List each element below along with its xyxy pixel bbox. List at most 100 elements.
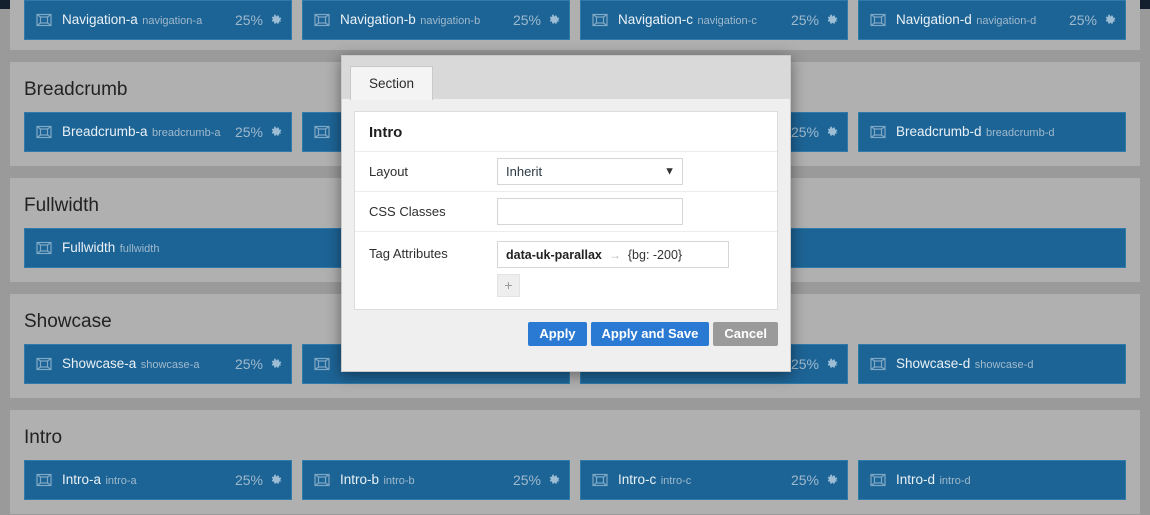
field-layout: Layout Inherit ▼	[355, 152, 777, 192]
section-navigation-row: Navigation-a navigation-a 25% Navigation…	[24, 0, 1126, 40]
item-text: Breadcrumb-d breadcrumb-d	[896, 124, 1109, 141]
item-text: Intro-c intro-c	[618, 472, 783, 489]
field-css-classes: CSS Classes	[355, 192, 777, 232]
tab-section[interactable]: Section	[350, 66, 434, 100]
item-subtitle: navigation-d	[976, 14, 1037, 27]
item-actions: 25%	[235, 472, 283, 488]
cell-intro-d: Intro-d intro-d 25%	[858, 460, 1126, 500]
item-actions: 25%	[235, 124, 283, 140]
item-intro-a[interactable]: Intro-a intro-a 25%	[24, 460, 292, 500]
apply-and-save-button[interactable]: Apply and Save	[590, 322, 710, 346]
item-subtitle: intro-b	[383, 474, 415, 487]
css-classes-input[interactable]	[497, 198, 683, 225]
layout-select[interactable]: Inherit	[497, 158, 683, 185]
layout-select-wrap: Inherit ▼	[497, 158, 683, 185]
tag-attribute-key: data-uk-parallax	[506, 247, 602, 262]
item-width-percent: 25%	[790, 12, 819, 28]
cell-navigation-c: Navigation-c navigation-c 25%	[580, 0, 848, 40]
item-title: Breadcrumb-d	[896, 123, 982, 139]
item-actions: 25%	[791, 124, 839, 140]
gear-icon[interactable]	[269, 125, 283, 139]
item-title: Showcase-a	[62, 355, 137, 371]
field-label-layout: Layout	[369, 164, 409, 179]
gear-icon[interactable]	[825, 357, 839, 371]
resize-icon	[311, 9, 333, 31]
item-actions: 25%	[791, 356, 839, 372]
add-tag-attribute-button[interactable]: +	[497, 274, 520, 297]
item-subtitle: intro-a	[105, 474, 137, 487]
item-title: Intro-b	[340, 471, 380, 487]
item-navigation-a[interactable]: Navigation-a navigation-a 25%	[24, 0, 292, 40]
gear-icon[interactable]	[547, 473, 561, 487]
item-navigation-c[interactable]: Navigation-c navigation-c 25%	[580, 0, 848, 40]
item-subtitle: intro-d	[939, 474, 971, 487]
item-intro-c[interactable]: Intro-c intro-c 25%	[580, 460, 848, 500]
field-control-layout: Inherit ▼	[497, 158, 763, 185]
item-text: Showcase-d showcase-d	[896, 356, 1109, 373]
field-label-css-classes: CSS Classes	[369, 204, 446, 219]
item-subtitle: showcase-a	[140, 358, 200, 371]
gear-icon[interactable]	[269, 473, 283, 487]
cell-showcase-a: Showcase-a showcase-a 25%	[24, 344, 292, 384]
item-text: Breadcrumb-a breadcrumb-a	[62, 124, 227, 141]
item-subtitle: navigation-a	[142, 14, 203, 27]
resize-icon	[311, 121, 333, 143]
cell-navigation-a: Navigation-a navigation-a 25%	[24, 0, 292, 40]
gear-icon[interactable]	[269, 357, 283, 371]
item-width-percent: 25%	[234, 356, 263, 372]
modal-footer: Apply Apply and Save Cancel	[342, 322, 790, 358]
cell-navigation-d: Navigation-d navigation-d 25%	[858, 0, 1126, 40]
item-width-percent: 25%	[512, 472, 541, 488]
item-width-percent: 25%	[790, 124, 819, 140]
item-actions: 25%	[1069, 12, 1117, 28]
item-actions: 25%	[235, 12, 283, 28]
gear-icon[interactable]	[825, 13, 839, 27]
tag-attribute-row[interactable]: data-uk-parallax → {bg: -200}	[497, 241, 729, 268]
item-showcase-d[interactable]: Showcase-d showcase-d 25%	[858, 344, 1126, 384]
page-builder-app: Menus Content Components Extensions Help	[0, 0, 1150, 515]
cell-intro-c: Intro-c intro-c 25%	[580, 460, 848, 500]
item-title: Showcase-d	[896, 355, 971, 371]
resize-icon	[33, 9, 55, 31]
item-width-percent: 25%	[234, 124, 263, 140]
item-title: Navigation-b	[340, 11, 416, 27]
item-text: Navigation-a navigation-a	[62, 12, 227, 29]
item-width-percent: 25%	[790, 472, 819, 488]
gear-icon[interactable]	[547, 13, 561, 27]
item-actions: 25%	[791, 12, 839, 28]
item-breadcrumb-a[interactable]: Breadcrumb-a breadcrumb-a 25%	[24, 112, 292, 152]
item-actions: 25%	[791, 472, 839, 488]
modal-tab-bar: Section	[342, 56, 790, 100]
field-control-tag-attributes: data-uk-parallax → {bg: -200} +	[497, 241, 763, 297]
apply-button[interactable]: Apply	[528, 322, 587, 346]
item-title: Intro-a	[62, 471, 102, 487]
item-text: Navigation-c navigation-c	[618, 12, 783, 29]
section-intro-row: Intro-a intro-a 25% Intro-b intro-b 25% …	[24, 460, 1126, 500]
item-subtitle: fullwidth	[119, 242, 160, 255]
item-intro-d[interactable]: Intro-d intro-d 25%	[858, 460, 1126, 500]
cell-breadcrumb-a: Breadcrumb-a breadcrumb-a 25%	[24, 112, 292, 152]
tag-attribute-value: {bg: -200}	[627, 247, 683, 262]
gear-icon[interactable]	[825, 473, 839, 487]
gear-icon[interactable]	[825, 125, 839, 139]
cell-navigation-b: Navigation-b navigation-b 25%	[302, 0, 570, 40]
item-subtitle: showcase-d	[974, 358, 1034, 371]
item-subtitle: navigation-c	[697, 14, 757, 27]
gear-icon[interactable]	[269, 13, 283, 27]
field-label-tag-attributes: Tag Attributes	[369, 246, 448, 261]
resize-icon	[311, 353, 333, 375]
resize-icon	[867, 121, 889, 143]
item-title: Navigation-d	[896, 11, 972, 27]
item-text: Navigation-d navigation-d	[896, 12, 1061, 29]
gear-icon[interactable]	[1103, 13, 1117, 27]
cancel-button[interactable]: Cancel	[713, 322, 778, 346]
item-subtitle: breadcrumb-a	[152, 126, 221, 139]
item-intro-b[interactable]: Intro-b intro-b 25%	[302, 460, 570, 500]
item-showcase-a[interactable]: Showcase-a showcase-a 25%	[24, 344, 292, 384]
item-breadcrumb-d[interactable]: Breadcrumb-d breadcrumb-d 25%	[858, 112, 1126, 152]
item-width-percent: 25%	[1068, 12, 1097, 28]
resize-icon	[33, 353, 55, 375]
item-navigation-b[interactable]: Navigation-b navigation-b 25%	[302, 0, 570, 40]
item-navigation-d[interactable]: Navigation-d navigation-d 25%	[858, 0, 1126, 40]
item-subtitle: breadcrumb-d	[986, 126, 1055, 139]
